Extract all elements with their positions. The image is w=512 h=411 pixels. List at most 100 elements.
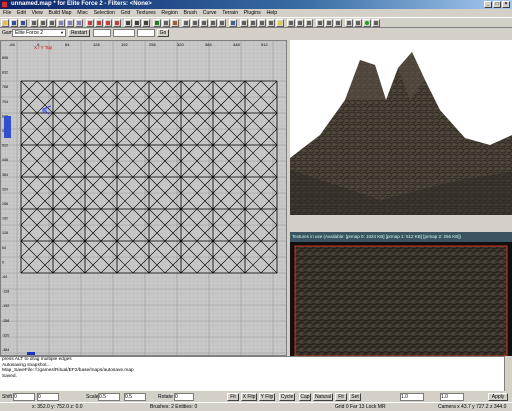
y-tick-label: 64 bbox=[2, 246, 6, 250]
menu-plugins[interactable]: Plugins bbox=[242, 9, 263, 17]
terrain-render bbox=[290, 40, 512, 215]
menu-build-map[interactable]: Build Map bbox=[46, 9, 73, 17]
select-inside-icon[interactable] bbox=[113, 19, 121, 27]
flip-y-icon[interactable] bbox=[39, 19, 47, 27]
clipper-icon[interactable] bbox=[153, 19, 161, 27]
surface-bar: Shift 0 0 Scale 0.5 0.5 Rotate 0 Fit X F… bbox=[0, 391, 512, 402]
y-tick-label: -128 bbox=[2, 290, 9, 294]
fit-button[interactable]: Fit bbox=[227, 393, 239, 401]
menu-brush[interactable]: Brush bbox=[181, 9, 199, 17]
save-as-icon[interactable] bbox=[19, 19, 27, 27]
cap-button[interactable]: Cap bbox=[299, 393, 311, 401]
menu-misc[interactable]: Misc bbox=[75, 9, 90, 17]
texture-view-icon[interactable] bbox=[171, 19, 179, 27]
rotate-y-icon[interactable] bbox=[66, 19, 74, 27]
open-icon[interactable] bbox=[1, 19, 9, 27]
save-icon[interactable] bbox=[10, 19, 18, 27]
fit-t-field[interactable]: 1.0 bbox=[440, 393, 464, 401]
free-rotation-icon[interactable] bbox=[182, 19, 190, 27]
cubic-icon[interactable] bbox=[372, 19, 380, 27]
natural-button[interactable]: Natural bbox=[313, 393, 333, 401]
scale-y-field[interactable]: 0.5 bbox=[124, 393, 146, 401]
lock-grid-icon[interactable] bbox=[296, 19, 304, 27]
grid-view-2d[interactable]: -64064128192256320384448512576 896832768… bbox=[0, 40, 287, 356]
change-views-icon[interactable] bbox=[162, 19, 170, 27]
cycle-button[interactable]: Cycle bbox=[279, 393, 295, 401]
x-tick-label: 128 bbox=[93, 42, 100, 47]
cubic-clip-icon[interactable] bbox=[229, 19, 237, 27]
flip-z-icon[interactable] bbox=[48, 19, 56, 27]
go-button[interactable]: Go bbox=[157, 29, 169, 37]
scale-y-icon[interactable] bbox=[209, 19, 217, 27]
cull-icon[interactable] bbox=[354, 19, 362, 27]
menu-help[interactable]: Help bbox=[264, 9, 279, 17]
flip-x-icon[interactable] bbox=[30, 19, 38, 27]
scale-z-icon[interactable] bbox=[218, 19, 226, 27]
y-tick-label: 768 bbox=[2, 85, 8, 89]
y-tick-label: 704 bbox=[2, 100, 8, 104]
close-button[interactable]: × bbox=[502, 1, 510, 8]
y-tick-label: 192 bbox=[2, 217, 8, 221]
rotate-z-icon[interactable] bbox=[75, 19, 83, 27]
scale-x-icon[interactable] bbox=[200, 19, 208, 27]
texture-browser[interactable] bbox=[290, 242, 512, 356]
curve-icon[interactable] bbox=[240, 19, 248, 27]
scale-x-field[interactable]: 0.5 bbox=[98, 393, 120, 401]
hollow-icon[interactable] bbox=[142, 19, 150, 27]
camera-view-3d[interactable] bbox=[290, 40, 512, 215]
select-touching-icon[interactable] bbox=[95, 19, 103, 27]
y-tick-label: 896 bbox=[2, 56, 8, 60]
view-filter-icon[interactable] bbox=[287, 19, 295, 27]
free-scaling-icon[interactable] bbox=[191, 19, 199, 27]
rotate-label: Rotate bbox=[158, 394, 173, 400]
game-select[interactable]: Elite Force 2 ▼ bbox=[12, 29, 66, 37]
shift-x-field[interactable]: 0 bbox=[13, 393, 35, 401]
fit-s-field[interactable]: 1.0 bbox=[400, 393, 424, 401]
y-tick-label: 128 bbox=[2, 231, 8, 235]
menu-edit[interactable]: Edit bbox=[15, 9, 28, 17]
title-bar: unnamed.map * for Elite Force 2 - Filter… bbox=[0, 0, 512, 9]
menu-textures[interactable]: Textures bbox=[134, 9, 158, 17]
entity-icon[interactable] bbox=[267, 19, 275, 27]
rotate-field[interactable]: 0 bbox=[174, 393, 194, 401]
command-field-1[interactable] bbox=[93, 29, 111, 37]
menu-view[interactable]: View bbox=[30, 9, 45, 17]
show-sizes-icon[interactable] bbox=[334, 19, 342, 27]
command-field-2[interactable] bbox=[113, 29, 135, 37]
light-icon[interactable] bbox=[276, 19, 284, 27]
menu-curve[interactable]: Curve bbox=[201, 9, 219, 17]
snap-icon[interactable] bbox=[305, 19, 313, 27]
menu-region[interactable]: Region bbox=[159, 9, 179, 17]
app-icon bbox=[1, 1, 8, 8]
console-scrollbar[interactable] bbox=[504, 356, 512, 391]
x-flip-button[interactable]: X Flip bbox=[241, 393, 257, 401]
apply-button[interactable]: Apply bbox=[488, 393, 508, 401]
fit-patch-button[interactable]: Fit bbox=[335, 393, 347, 401]
menu-grid[interactable]: Grid bbox=[119, 9, 133, 17]
restart-button[interactable]: Restart bbox=[68, 29, 90, 37]
terrain-icon[interactable] bbox=[258, 19, 266, 27]
set-button[interactable]: Set bbox=[349, 393, 361, 401]
rotate-x-icon[interactable] bbox=[57, 19, 65, 27]
y-tick-label: -320 bbox=[2, 333, 9, 337]
shift-y-field[interactable]: 0 bbox=[37, 393, 59, 401]
menu-selection[interactable]: Selection bbox=[92, 9, 117, 17]
select-complete-icon[interactable] bbox=[86, 19, 94, 27]
show-bounds-icon[interactable] bbox=[316, 19, 324, 27]
patch-icon[interactable] bbox=[249, 19, 257, 27]
menu-terrain[interactable]: Terrain bbox=[220, 9, 240, 17]
green-dot-icon[interactable] bbox=[363, 19, 371, 27]
command-field-3[interactable] bbox=[137, 29, 155, 37]
x-tick-label: 320 bbox=[177, 42, 184, 47]
x-tick-label: 384 bbox=[205, 42, 212, 47]
show-names-icon[interactable] bbox=[325, 19, 333, 27]
minimize-button[interactable]: _ bbox=[484, 1, 492, 8]
camera-icon[interactable] bbox=[345, 19, 353, 27]
textures-header: Textures in use (Available: [prmap 0: 10… bbox=[290, 232, 512, 242]
csg-subtract-icon[interactable] bbox=[124, 19, 132, 27]
maximize-button[interactable]: □ bbox=[493, 1, 501, 8]
menu-file[interactable]: File bbox=[1, 9, 13, 17]
y-flip-button[interactable]: Y Flip bbox=[259, 393, 275, 401]
select-partial-icon[interactable] bbox=[104, 19, 112, 27]
csg-merge-icon[interactable] bbox=[133, 19, 141, 27]
